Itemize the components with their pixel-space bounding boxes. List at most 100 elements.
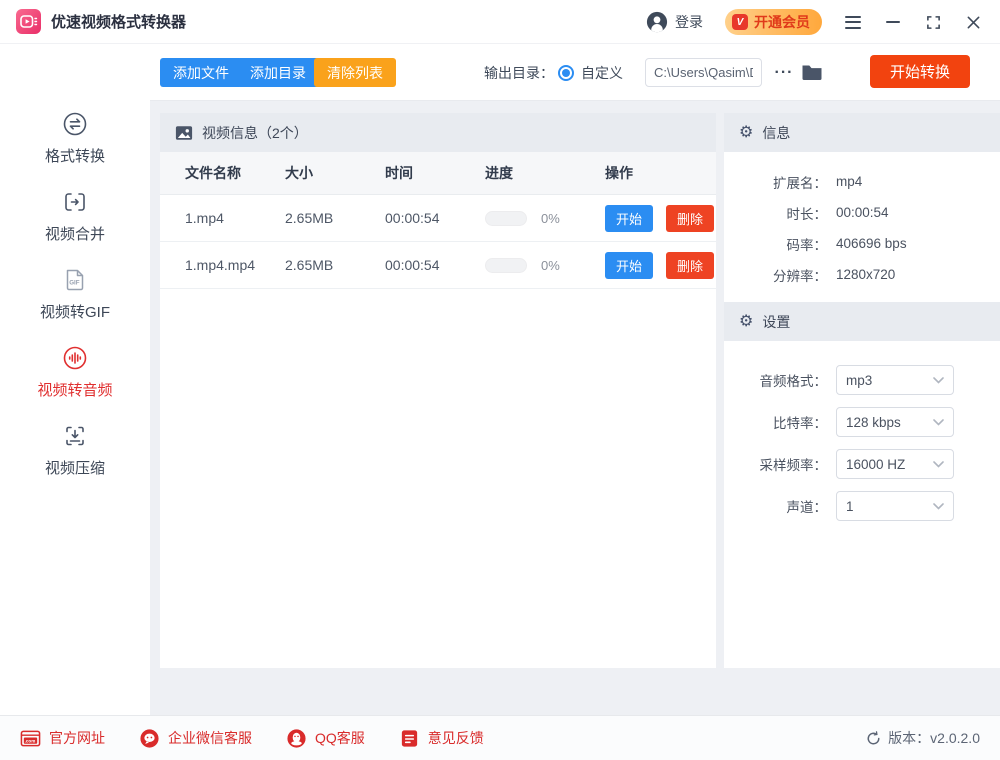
folder-icon	[802, 65, 822, 80]
progress-bar	[485, 257, 527, 273]
cell-filename: 1.mp4.mp4	[185, 257, 256, 273]
custom-output-radio[interactable]: 自定义	[558, 44, 623, 101]
output-dir-label: 输出目录：	[484, 64, 554, 81]
col-time: 时间	[385, 165, 413, 181]
maximize-icon	[926, 15, 940, 29]
sidebar-item-label: 视频转GIF	[40, 304, 110, 321]
image-icon	[175, 125, 193, 140]
select-value: mp3	[846, 372, 873, 388]
table-column-headers: 文件名称 大小 时间 进度 操作	[160, 152, 716, 195]
version-info: 版本：v2.0.2.0	[866, 728, 980, 748]
info-value: mp4	[836, 174, 863, 189]
info-label: 扩展名：	[773, 175, 827, 191]
update-icon	[867, 730, 880, 744]
col-size: 大小	[285, 165, 313, 181]
video-list-panel: 视频信息（2个） 文件名称 大小 时间 进度 操作 1.mp4 2.65MB 0…	[160, 113, 716, 668]
qq-icon	[287, 728, 306, 748]
video-merge-icon	[65, 193, 85, 211]
browse-more-button[interactable]: ···	[770, 58, 798, 87]
settings-panel-title: 设置	[762, 313, 791, 330]
qq-support-link[interactable]: QQ客服	[286, 728, 365, 749]
sidebar-item-video-to-audio[interactable]: 视频转音频	[0, 344, 150, 400]
cell-actions: 开始 删除	[605, 251, 716, 279]
sidebar-item-format-convert[interactable]: 格式转换	[0, 110, 150, 166]
info-label: 时长：	[786, 206, 828, 222]
gear-icon: ⚙	[739, 312, 754, 330]
chevron-down-icon	[933, 418, 944, 426]
channels-select[interactable]: 1	[836, 491, 954, 521]
sidebar-item-video-merge[interactable]: 视频合并	[0, 188, 150, 244]
footer: .com 官方网址 企业微信客服 QQ客服 意见反馈 版本：v2.0.2.0	[0, 715, 1000, 760]
sidebar-item-label: 视频压缩	[44, 460, 105, 477]
svg-text:.com: .com	[25, 738, 36, 743]
info-value: 406696 bps	[836, 236, 907, 251]
minimize-icon	[886, 21, 900, 23]
select-value: 128 kbps	[846, 414, 901, 430]
info-panel-header: ⚙ 信息	[724, 113, 1000, 152]
setting-label: 音频格式：	[759, 374, 828, 389]
official-website-link[interactable]: .com 官方网址	[20, 728, 105, 749]
video-to-gif-icon: GIF	[66, 269, 84, 291]
info-label: 码率：	[786, 237, 828, 253]
footer-link-label: 意见反馈	[427, 730, 484, 746]
wechat-support-link[interactable]: 企业微信客服	[139, 728, 252, 749]
footer-link-label: 企业微信客服	[168, 730, 252, 746]
maximize-button[interactable]	[924, 13, 942, 31]
clear-list-button[interactable]: 清除列表	[314, 58, 396, 87]
info-value: 1280x720	[836, 267, 896, 282]
bitrate-select[interactable]: 128 kbps	[836, 407, 954, 437]
video-panel-header: 视频信息（2个）	[160, 113, 716, 152]
progress-percent: 0%	[541, 210, 560, 226]
row-delete-button[interactable]: 删除	[666, 251, 715, 279]
output-path-input[interactable]	[645, 58, 762, 87]
row-start-button[interactable]: 开始	[605, 251, 654, 279]
login-label: 登录	[675, 14, 703, 30]
footer-link-label: QQ客服	[315, 730, 365, 746]
sidebar-item-video-compress[interactable]: 视频压缩	[0, 422, 150, 478]
audio-format-select[interactable]: mp3	[836, 365, 954, 395]
col-filename: 文件名称	[185, 165, 241, 181]
app-logo-icon	[16, 9, 41, 34]
chevron-down-icon	[933, 502, 944, 510]
setting-field: 音频格式： mp3	[724, 359, 1000, 401]
info-value: 00:00:54	[836, 205, 889, 220]
settings-panel-header: ⚙ 设置	[724, 302, 1000, 341]
sidebar-item-label: 格式转换	[44, 148, 105, 165]
video-compress-icon	[66, 426, 84, 446]
start-convert-button[interactable]: 开始转换	[869, 55, 970, 88]
settings-panel-body: 音频格式： mp3 比特率： 128 kbps 采样频率： 16000 HZ 声…	[724, 341, 1000, 527]
feedback-icon	[401, 729, 417, 747]
setting-field: 声道： 1	[724, 485, 1000, 527]
app-title: 优速视频格式转换器	[51, 14, 187, 31]
progress-bar	[485, 210, 527, 226]
video-to-audio-icon	[63, 346, 87, 370]
open-vip-button[interactable]: V 开通会员	[725, 9, 822, 35]
close-button[interactable]	[964, 13, 982, 31]
sample-rate-select[interactable]: 16000 HZ	[836, 449, 954, 479]
website-icon: .com	[20, 730, 41, 746]
toolbar: 添加文件 添加目录 清除列表 输出目录： 自定义 ··· 开始转换	[150, 44, 1000, 101]
add-file-button[interactable]: 添加文件	[160, 58, 242, 87]
cell-size: 2.65MB	[285, 257, 334, 273]
info-panel-body: 扩展名： mp4 时长： 00:00:54 码率： 406696 bps 分辨率…	[724, 152, 1000, 302]
version-text: 版本：v2.0.2.0	[888, 730, 980, 746]
cell-progress: 0%	[485, 257, 605, 273]
table-row: 1.mp4.mp4 2.65MB 00:00:54 0% 开始 删除	[160, 242, 716, 289]
feedback-link[interactable]: 意见反馈	[399, 728, 484, 749]
login-button[interactable]: 登录	[646, 11, 703, 33]
add-directory-button[interactable]: 添加目录	[237, 58, 319, 87]
setting-label: 比特率：	[773, 416, 827, 431]
right-panel: ⚙ 信息 扩展名： mp4 时长： 00:00:54 码率： 406696 bp…	[724, 113, 1000, 668]
close-icon	[967, 16, 979, 28]
sidebar-item-video-to-gif[interactable]: GIF 视频转GIF	[0, 266, 150, 322]
footer-link-label: 官方网址	[49, 730, 105, 746]
setting-field: 采样频率： 16000 HZ	[724, 443, 1000, 485]
menu-button[interactable]	[844, 13, 862, 31]
radio-selected-icon	[558, 64, 574, 81]
info-field: 时长： 00:00:54	[724, 197, 1000, 228]
row-start-button[interactable]: 开始	[605, 204, 654, 232]
open-folder-button[interactable]	[800, 60, 824, 84]
cell-progress: 0%	[485, 210, 605, 226]
minimize-button[interactable]	[884, 13, 902, 31]
row-delete-button[interactable]: 删除	[666, 204, 715, 232]
